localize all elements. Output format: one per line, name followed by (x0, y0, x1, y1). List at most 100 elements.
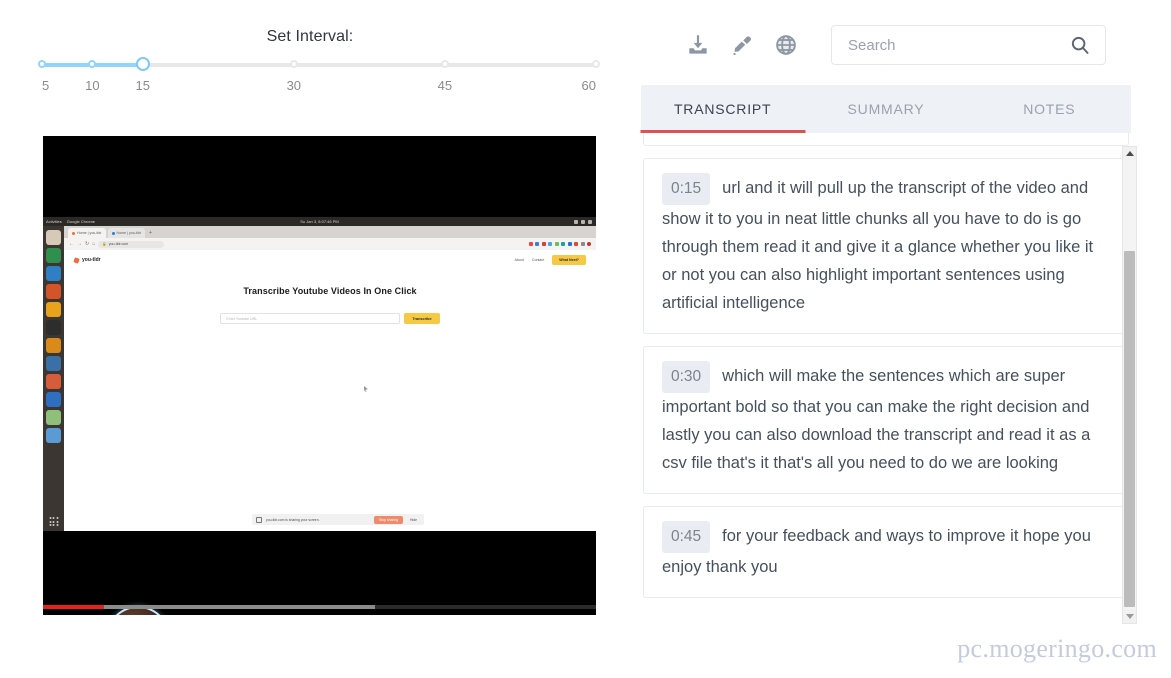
transcript-tabs: TRANSCRIPT SUMMARY NOTES (641, 85, 1131, 133)
dock-firefox-icon (46, 284, 61, 299)
screen-share-bar: you-tldr.com is sharing your screen. Sto… (252, 514, 424, 525)
dock-photos-icon (46, 248, 61, 263)
os-app-label: Google Chrome (66, 219, 96, 224)
set-interval-title: Set Interval: (266, 28, 354, 45)
extension-icon[interactable] (567, 242, 572, 246)
address-bar[interactable]: 🔒 you-tldr.com (98, 240, 165, 248)
mouse-cursor-icon (364, 386, 368, 392)
slider-label-45: 45 (437, 78, 453, 93)
app-root: Set Interval: 5 10 15 30 45 60 Activities Goo… (0, 0, 1171, 678)
logo-mark-icon (73, 256, 80, 264)
transcript-entry[interactable]: 0:45 for your feedback and ways to improv… (643, 506, 1129, 598)
browser-tab[interactable]: Home | you-tldr (107, 228, 145, 238)
interval-slider[interactable]: 5 10 15 30 45 60 (38, 57, 600, 96)
slider-label-60: 60 (581, 78, 596, 93)
tab-notes[interactable]: NOTES (968, 85, 1131, 133)
download-icon[interactable] (685, 32, 711, 58)
screen-share-icon (256, 516, 262, 523)
slider-tick-30[interactable] (289, 60, 298, 68)
dock-help-icon (46, 374, 61, 389)
transcript-timestamp[interactable]: 0:45 (662, 521, 711, 553)
slider-tick-45[interactable] (440, 60, 449, 68)
video-progress-bar[interactable] (43, 605, 596, 609)
tray-network-icon (574, 219, 578, 224)
transcript-text: for your feedback and ways to improve it… (662, 527, 1091, 576)
browser-tab[interactable]: Home | you-tldr (68, 228, 106, 238)
transcript-scrollbar[interactable] (1122, 146, 1137, 624)
globe-icon[interactable] (773, 32, 799, 58)
transcribe-button[interactable]: Transcribe (404, 313, 440, 324)
tab-transcript[interactable]: TRANSCRIPT (641, 85, 804, 133)
tray-volume-icon (581, 219, 585, 224)
extension-icon[interactable] (580, 242, 585, 246)
tray-battery-icon (588, 219, 592, 224)
transcript-entry-partial[interactable]: you have to do is paste in the youtube v… (643, 133, 1129, 146)
slider-tick-60[interactable] (592, 60, 600, 68)
extensions-tray (528, 242, 591, 246)
screen-share-message: you-tldr.com is sharing your screen. (266, 517, 320, 522)
dock-store-icon (46, 356, 61, 371)
dock-writer-icon (46, 428, 61, 443)
what-next-button[interactable]: What Next? (552, 255, 586, 265)
browser-tab-title: Home | you-tldr (77, 231, 102, 235)
dock-terminal-icon (46, 320, 61, 335)
hide-share-bar-button[interactable]: Hide (407, 518, 420, 522)
stop-sharing-button[interactable]: Stop sharing (373, 515, 404, 524)
site-logo[interactable]: you-tldr (73, 256, 101, 264)
scroll-down-icon[interactable] (1123, 610, 1136, 623)
transcript-text: url and it will pull up the transcript o… (662, 179, 1094, 312)
forward-icon[interactable]: → (77, 241, 82, 247)
reload-icon[interactable]: ↻ (85, 241, 89, 247)
extension-icon[interactable] (541, 242, 546, 246)
browser-tab-title: Home | you-tldr (116, 231, 142, 235)
transcript-toolbar (640, 22, 1130, 68)
os-clock: Su Jan 3, 8:07:46 PM (300, 219, 339, 224)
chrome-window: Home | you-tldr Home | you-tldr + ← → ↻ … (64, 226, 596, 531)
site-headline: Transcribe Youtube Videos In One Click (243, 286, 417, 296)
slider-label-30: 30 (286, 78, 302, 93)
dock-files-icon (46, 230, 61, 245)
transcript-list[interactable]: you have to do is paste in the youtube v… (641, 133, 1131, 623)
nav-link-contact[interactable]: Contact (532, 258, 544, 262)
transcript-timestamp[interactable]: 0:15 (662, 173, 711, 205)
slider-label-10: 10 (85, 78, 100, 93)
video-player[interactable]: Activities Google Chrome Su Jan 3, 8:07:… (43, 136, 596, 615)
search-box[interactable] (831, 25, 1106, 65)
transcript-entry[interactable]: 0:15 url and it will pull up the transcri… (643, 158, 1129, 334)
transcript-timestamp[interactable]: 0:30 (662, 361, 711, 393)
chrome-tabstrip: Home | you-tldr Home | you-tldr + (64, 226, 596, 238)
os-topbar: Activities Google Chrome Su Jan 3, 8:07:… (43, 217, 596, 226)
video-progress-played (43, 605, 104, 609)
home-icon[interactable]: ⌂ (92, 241, 95, 247)
youtube-url-input[interactable]: Enter Youtube URL (220, 313, 401, 324)
extension-icon[interactable] (561, 242, 565, 246)
tab-summary[interactable]: SUMMARY (804, 85, 967, 133)
scroll-up-icon[interactable] (1123, 147, 1136, 160)
dock-docs-icon (46, 410, 61, 425)
dock-sublime-icon (46, 338, 61, 353)
extension-icon[interactable] (528, 242, 533, 246)
slider-label-15: 15 (135, 78, 150, 93)
slider-tick-5[interactable] (38, 60, 46, 68)
back-icon[interactable]: ← (69, 241, 74, 247)
os-activities-label: Activities (46, 219, 62, 224)
favicon-icon (111, 231, 115, 235)
profile-avatar-icon[interactable] (587, 242, 591, 246)
search-input[interactable] (846, 35, 1069, 55)
dock-chrome-icon (46, 302, 61, 317)
transcript-entry[interactable]: 0:30 which will make the sentences which … (643, 346, 1129, 494)
favicon-icon (72, 231, 75, 235)
extension-icon[interactable] (548, 242, 552, 246)
site-logo-text: you-tldr (82, 257, 101, 263)
scrollbar-thumb[interactable] (1124, 251, 1135, 607)
extension-icon[interactable] (574, 242, 578, 246)
os-dock (43, 226, 64, 531)
extension-icon[interactable] (554, 242, 559, 246)
slider-thumb[interactable] (135, 57, 150, 71)
extension-icon[interactable] (535, 242, 539, 246)
search-icon[interactable] (1069, 34, 1091, 56)
new-tab-button[interactable]: + (147, 228, 154, 238)
highlighter-icon[interactable] (729, 32, 755, 58)
nav-link-about[interactable]: About (514, 258, 523, 262)
address-bar-text: you-tldr.com (108, 242, 129, 246)
